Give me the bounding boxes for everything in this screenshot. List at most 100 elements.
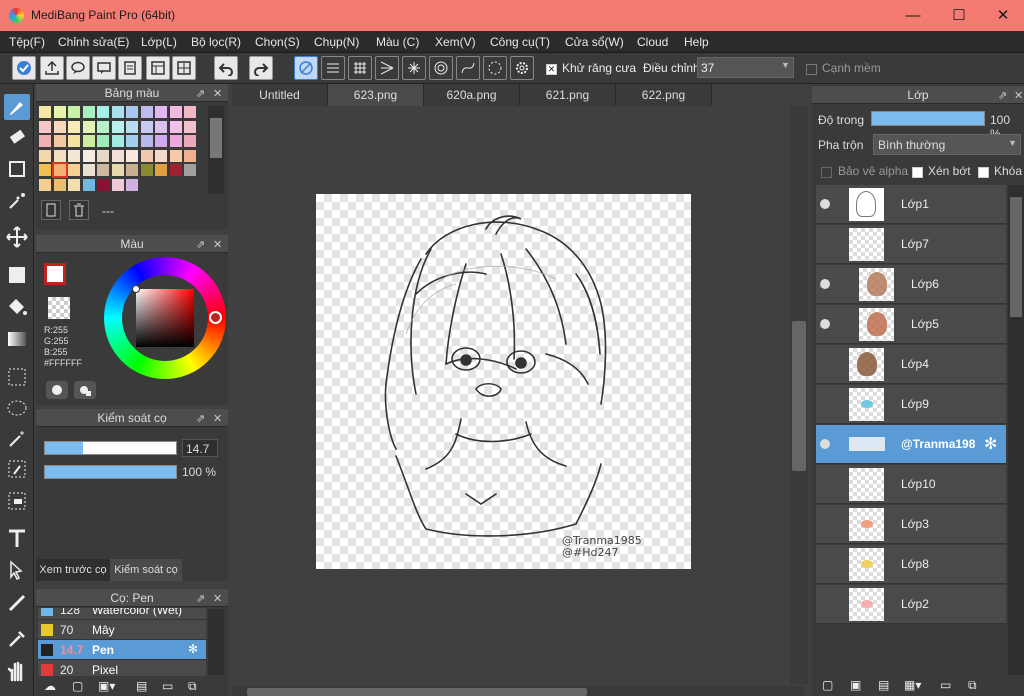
palette-swatch[interactable] [111, 106, 124, 118]
sv-cursor[interactable] [132, 285, 140, 293]
palette-swatch[interactable] [97, 164, 109, 176]
protect-alpha-checkbox[interactable] [821, 165, 832, 179]
panel-layout-icon[interactable] [146, 56, 170, 80]
upload-icon[interactable] [40, 56, 64, 80]
palette-swatch[interactable] [169, 106, 182, 118]
canvas-vertical-scrollbar[interactable] [790, 106, 808, 684]
menu-layer[interactable]: Lớp(L) [141, 35, 177, 49]
menu-select[interactable]: Chọn(S) [255, 35, 300, 49]
tab-untitled[interactable]: Untitled [232, 84, 328, 106]
menu-color[interactable]: Màu (C) [376, 35, 419, 49]
palette-swatch[interactable] [97, 106, 109, 118]
palette-swatch[interactable] [97, 178, 109, 191]
palette-swatch[interactable] [111, 164, 124, 176]
tab-brush-preview[interactable]: Xem trước cọ [36, 559, 110, 581]
fill-rect-icon[interactable] [4, 262, 30, 288]
new-palette-icon[interactable] [41, 200, 61, 220]
palette-swatch[interactable] [97, 135, 109, 147]
palette-swatch[interactable] [68, 135, 80, 147]
layer-row[interactable]: @Tranma198 ✻ [816, 425, 1006, 464]
visibility-eye-icon[interactable] [820, 439, 830, 449]
layer-row[interactable]: Lớp2 [816, 585, 1006, 624]
redo-icon[interactable] [249, 56, 273, 80]
palette-swatch[interactable] [82, 149, 95, 162]
palette-swatch[interactable] [39, 178, 51, 191]
dot-brush-icon[interactable] [4, 188, 30, 214]
divide-tool-icon[interactable] [4, 590, 30, 616]
layer-row[interactable]: Lớp7 [816, 225, 1006, 264]
palette-swatch[interactable] [97, 149, 109, 162]
duplicate-layer-icon[interactable]: ⧉ [968, 678, 977, 693]
brush-cloud-icon[interactable]: ☁ [44, 679, 56, 693]
palette-swatch[interactable] [82, 178, 95, 191]
magic-wand-icon[interactable] [4, 426, 30, 452]
palette-swatch[interactable] [155, 164, 167, 176]
popout-icon[interactable]: ⇗ [196, 410, 205, 428]
brush-list-item[interactable]: 20 Pixel [38, 660, 206, 676]
lock-checkbox[interactable] [978, 165, 989, 179]
tab-623[interactable]: 623.png [328, 84, 424, 106]
palette-swatch[interactable] [51, 162, 68, 178]
menu-help[interactable]: Help [684, 35, 709, 49]
layers-scroll-thumb[interactable] [1010, 197, 1022, 317]
hue-cursor[interactable] [209, 311, 222, 324]
palette-swatch[interactable] [155, 149, 167, 162]
palette-swatch[interactable] [140, 120, 153, 133]
layer-row[interactable]: Lớp1 [816, 185, 1006, 224]
palette-swatch[interactable] [39, 106, 51, 118]
palette-swatch[interactable] [155, 120, 167, 133]
layer-row[interactable]: Lớp4 [816, 345, 1006, 384]
new-layer-icon[interactable]: ▢ [822, 678, 833, 692]
duplicate-icon[interactable]: ⧉ [188, 679, 197, 694]
palette-swatch[interactable] [184, 106, 196, 118]
adjust-select[interactable]: 37 ▼ [697, 57, 794, 78]
clipping-checkbox[interactable] [912, 165, 923, 179]
select-eraser-icon[interactable] [4, 488, 30, 514]
minimize-button[interactable]: — [890, 0, 936, 31]
menu-file[interactable]: Tệp(F) [9, 35, 45, 49]
hue-wheel[interactable] [104, 257, 226, 379]
palette-swatch[interactable] [53, 120, 66, 133]
gear-icon[interactable] [510, 56, 534, 80]
palette-swatch[interactable] [68, 164, 80, 176]
brush-size-input[interactable]: 14.7 [182, 439, 218, 457]
grid-snap-icon[interactable] [348, 56, 372, 80]
bucket-icon[interactable] [4, 294, 30, 320]
palette-swatch[interactable] [53, 106, 66, 118]
rect-tool-icon[interactable] [4, 156, 30, 182]
palette-swatch[interactable] [140, 164, 153, 176]
palette-scrollbar[interactable] [208, 106, 224, 194]
menu-tools[interactable]: Công cụ(T) [490, 35, 550, 49]
transparent-color-swatch[interactable] [48, 297, 70, 319]
palette-swatch[interactable] [184, 120, 196, 133]
new-8bit-layer-icon[interactable]: ▣ [850, 678, 861, 692]
palette-swatch[interactable] [111, 149, 124, 162]
tab-622[interactable]: 622.png [616, 84, 712, 106]
menu-filter[interactable]: Bộ lọc(R) [191, 35, 241, 49]
palette-swatch[interactable] [82, 164, 95, 176]
palette-swatch[interactable] [68, 178, 80, 191]
hand-tool-icon[interactable] [4, 658, 30, 684]
close-panel-icon[interactable]: ✕ [213, 85, 222, 103]
palette-swatch[interactable] [184, 135, 196, 147]
brush-list-item[interactable]: 14.7 Pen ✻ [38, 640, 206, 660]
tab-621[interactable]: 621.png [520, 84, 616, 106]
menu-window[interactable]: Cửa sổ(W) [565, 35, 624, 49]
menu-view[interactable]: Xem(V) [435, 35, 476, 49]
palette-swatch[interactable] [68, 106, 80, 118]
blend-mode-select[interactable]: Bình thường ▼ [873, 134, 1021, 155]
tab-brush-control[interactable]: Kiểm soát cọ [110, 559, 182, 581]
palette-swatch[interactable] [53, 135, 66, 147]
menu-capture[interactable]: Chụp(N) [314, 35, 359, 49]
palette-swatch[interactable] [111, 135, 124, 147]
grid-check-icon[interactable] [172, 56, 196, 80]
new-1bit-layer-icon[interactable]: ▤ [878, 678, 889, 692]
palette-picker-icon[interactable] [46, 381, 68, 399]
palette-swatch[interactable] [169, 120, 182, 133]
primary-color-swatch[interactable] [44, 263, 66, 285]
layer-row[interactable]: ↓ Lớp6 [816, 265, 1006, 304]
canvas-horizontal-scrollbar[interactable] [232, 686, 804, 696]
palette-swatch[interactable] [140, 106, 153, 118]
brush-settings-icon[interactable]: ✻ [188, 642, 198, 656]
text-tool-icon[interactable] [4, 526, 30, 552]
